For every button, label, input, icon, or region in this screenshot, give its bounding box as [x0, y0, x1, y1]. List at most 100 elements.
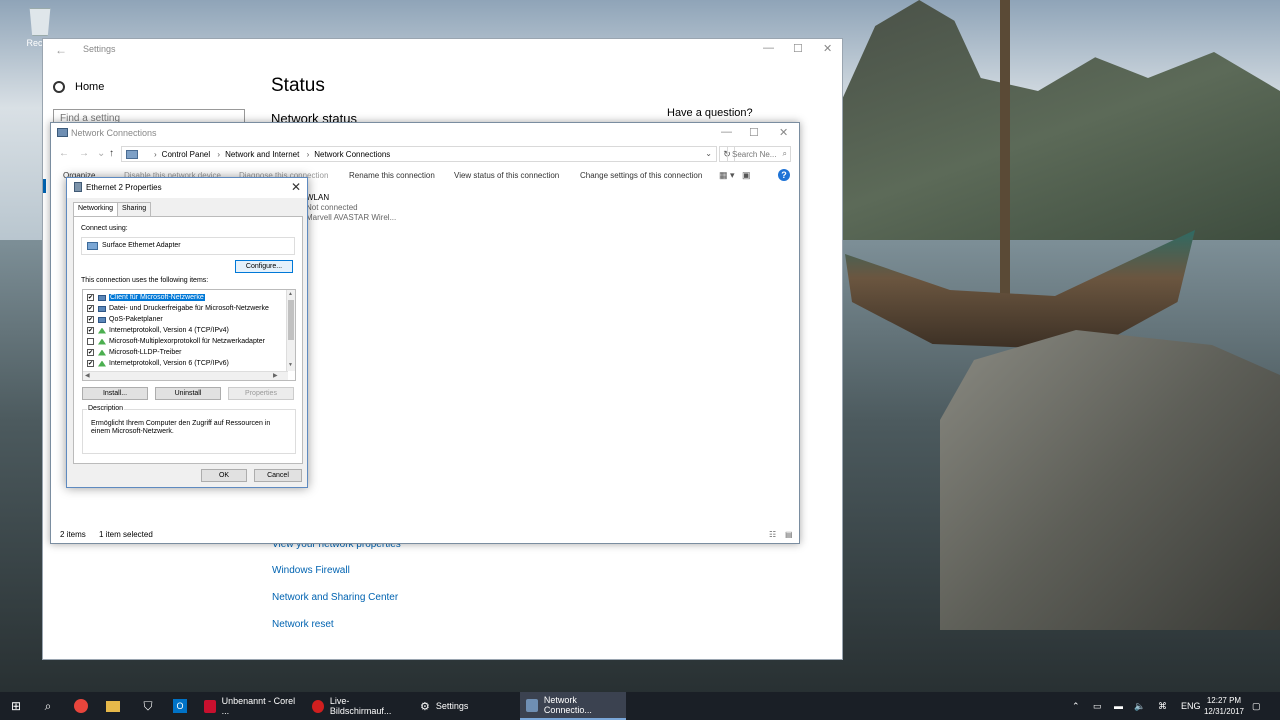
outlook-icon[interactable]: O	[173, 699, 187, 713]
ok-button[interactable]: OK	[201, 469, 247, 482]
connect-using-label: Connect using:	[81, 225, 128, 232]
taskbar-app-live-capture[interactable]: Live-Bildschirmauf...	[306, 692, 410, 720]
connection-items-list[interactable]: ✔ Client für Microsoft-Netzwerke ✔ Datei…	[82, 289, 296, 381]
chrome-icon[interactable]	[74, 699, 88, 713]
clock-time: 12:27 PM	[1206, 696, 1242, 705]
view-status-command[interactable]: View status of this connection	[454, 171, 559, 180]
scroll-left-icon[interactable]: ◀	[85, 372, 90, 379]
scroll-down-icon[interactable]: ▼	[288, 362, 293, 368]
minimize-button[interactable]: —	[763, 42, 774, 54]
checkbox[interactable]: ✔	[87, 360, 94, 367]
search-icon: ⌕	[782, 149, 787, 158]
help-icon[interactable]: ?	[778, 169, 790, 181]
networking-panel: Connect using: Surface Ethernet Adapter …	[73, 216, 303, 464]
checkbox[interactable]: ✔	[87, 294, 94, 301]
taskbar-app-corel[interactable]: Unbenannt - Corel ...	[198, 692, 302, 720]
gear-icon: ⚙	[420, 700, 430, 713]
taskbar-app-settings[interactable]: ⚙ Settings	[414, 692, 518, 720]
corel-icon	[204, 699, 216, 713]
close-button[interactable]: ✕	[823, 42, 832, 55]
rename-command[interactable]: Rename this connection	[349, 171, 435, 180]
action-center-icon[interactable]: ▭	[1093, 701, 1102, 712]
dialog-title: Ethernet 2 Properties	[86, 183, 162, 192]
file-explorer-icon[interactable]	[106, 701, 120, 712]
up-arrow-icon[interactable]: ↑	[109, 148, 114, 159]
properties-button[interactable]: Properties	[228, 387, 294, 400]
scroll-right-icon[interactable]: ▶	[273, 372, 278, 379]
configure-button[interactable]: Configure...	[235, 260, 293, 273]
back-arrow-icon[interactable]: ←	[55, 43, 67, 57]
windows-firewall-link[interactable]: Windows Firewall	[272, 565, 350, 576]
protocol-icon	[98, 338, 106, 345]
large-icons-view-icon[interactable]: ▤	[785, 530, 793, 539]
maximize-button[interactable]: ☐	[793, 42, 803, 55]
cancel-button[interactable]: Cancel	[254, 469, 302, 482]
language-indicator[interactable]: ENG	[1181, 701, 1201, 711]
list-item[interactable]: ✔ Internetprotokoll, Version 4 (TCP/IPv4…	[87, 325, 229, 336]
search-icon[interactable]: ⌕	[40, 698, 56, 714]
network-sharing-center-link[interactable]: Network and Sharing Center	[272, 592, 398, 603]
start-windows-icon[interactable]: ⊞	[8, 698, 24, 714]
chevron-up-icon[interactable]: ⌃	[1072, 701, 1080, 712]
back-arrow-icon[interactable]: ←	[59, 148, 69, 159]
list-item[interactable]: ✔ Datei- und Druckerfreigabe für Microso…	[87, 303, 269, 314]
close-icon[interactable]: ✕	[291, 180, 301, 194]
breadcrumb-network-connections[interactable]: Network Connections	[314, 150, 390, 159]
explorer-titlebar: Network Connections — ☐ ✕	[51, 123, 799, 143]
tab-networking[interactable]: Networking	[73, 202, 119, 217]
address-dropdown-chevron-icon[interactable]: ⌄	[705, 149, 712, 158]
scroll-up-icon[interactable]: ▲	[288, 291, 293, 297]
network-connections-icon	[57, 128, 68, 137]
vertical-scrollbar[interactable]: ▲ ▼	[286, 290, 295, 371]
maximize-button[interactable]: ☐	[749, 126, 759, 139]
change-settings-command[interactable]: Change settings of this connection	[580, 171, 702, 180]
explorer-title: Network Connections	[71, 128, 157, 138]
wlan-status: Not connected	[306, 203, 358, 212]
breadcrumb-network-internet[interactable]: Network and Internet	[225, 150, 299, 159]
minimize-button[interactable]: —	[721, 126, 732, 138]
checkbox[interactable]: ✔	[87, 349, 94, 356]
settings-titlebar: ← Settings — ☐ ✕	[43, 39, 842, 61]
shield-app-icon[interactable]: ⛉	[140, 698, 156, 714]
search-input[interactable]: Search Ne... ⌕	[727, 146, 791, 162]
scroll-thumb[interactable]	[288, 300, 294, 340]
address-bar[interactable]: › Control Panel › Network and Internet › Ne…	[121, 146, 717, 162]
item-count: 2 items	[60, 530, 86, 539]
details-view-icon[interactable]: ☷	[769, 530, 776, 539]
list-item[interactable]: ✔ QoS-Paketplaner	[87, 314, 163, 325]
horizontal-scrollbar[interactable]: ◀ ▶	[83, 371, 288, 380]
network-icon[interactable]: ⌘	[1158, 701, 1167, 712]
gear-icon	[53, 81, 65, 93]
notifications-icon[interactable]: ▢	[1252, 701, 1261, 712]
breadcrumb-control-panel[interactable]: Control Panel	[162, 150, 210, 159]
list-item[interactable]: ✔ Microsoft-LLDP-Treiber	[87, 347, 181, 358]
checkbox[interactable]: ✔	[87, 305, 94, 312]
wlan-connection-item[interactable]: WLAN Not connected Marvell AVASTAR Wirel…	[306, 193, 396, 223]
close-button[interactable]: ✕	[779, 126, 788, 139]
explorer-status-bar: 2 items 1 item selected ☷ ▤	[51, 527, 799, 543]
clock[interactable]: 12:27 PM 12/31/2017	[1204, 695, 1244, 717]
ethernet-adapter-icon	[87, 242, 98, 250]
install-button[interactable]: Install...	[82, 387, 148, 400]
view-options-icon[interactable]: ▦ ▾ ▣	[719, 170, 751, 181]
list-item[interactable]: ✔ Client für Microsoft-Netzwerke	[87, 292, 205, 303]
list-item[interactable]: ✔ Internetprotokoll, Version 6 (TCP/IPv6…	[87, 358, 229, 369]
have-question-heading: Have a question?	[667, 107, 753, 119]
uninstall-button[interactable]: Uninstall	[155, 387, 221, 400]
recent-chevron-icon[interactable]: ⌄	[97, 148, 105, 159]
network-client-icon	[98, 305, 106, 312]
checkbox[interactable]: ✔	[87, 316, 94, 323]
dialog-titlebar: Ethernet 2 Properties ✕	[67, 178, 307, 198]
checkbox[interactable]	[87, 338, 94, 345]
home-label: Home	[75, 81, 105, 93]
checkbox[interactable]: ✔	[87, 327, 94, 334]
battery-icon[interactable]: ▬	[1114, 701, 1123, 711]
tab-sharing[interactable]: Sharing	[117, 202, 152, 216]
taskbar-app-network-connections[interactable]: Network Connectio...	[520, 692, 626, 720]
network-reset-link[interactable]: Network reset	[272, 619, 334, 630]
list-item[interactable]: Microsoft-Multiplexorprotokoll für Netzw…	[87, 336, 265, 347]
record-icon	[312, 699, 324, 713]
forward-arrow-icon[interactable]: →	[79, 148, 89, 159]
home-nav-item[interactable]: Home	[53, 81, 104, 93]
volume-icon[interactable]: 🔈	[1134, 701, 1145, 712]
